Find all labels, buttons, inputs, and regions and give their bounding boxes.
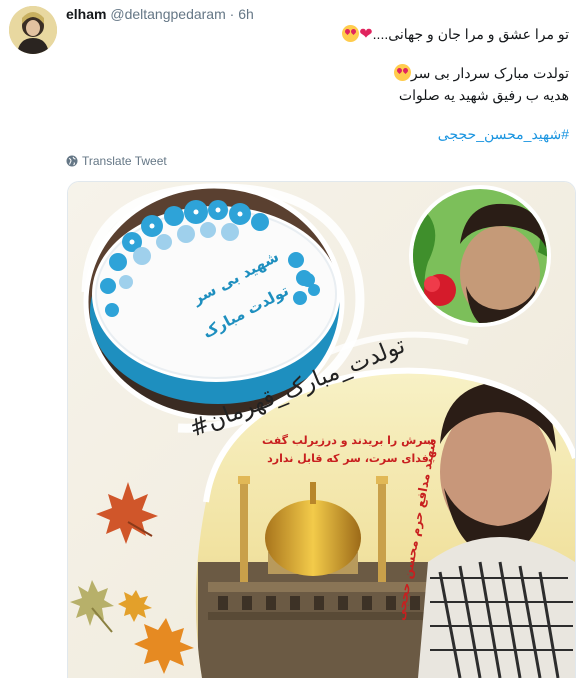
tweet-media-image[interactable]: شهید بی سر تولدت مبارک سرش را بریدند و د… [67,181,576,678]
tweet-line-2: تولدت مبارک سردار بی سر [89,64,569,82]
timestamp[interactable]: 6h [238,6,254,22]
separator: · [229,6,235,22]
hashtag-link[interactable]: #شهید_محسن_حججی [89,125,569,143]
poster-quote-line-2: فدای سرت، سر که قابل ندارد [267,452,429,465]
user-handle[interactable]: @deltangpedaram [110,6,225,22]
tweet-line-1: تو مرا عشق و مرا جان و جهانی....❤ [89,25,569,44]
display-name[interactable]: elham [66,6,106,22]
globe-icon [66,155,78,167]
avatar[interactable] [9,6,57,54]
poster-quote-line-1: سرش را بریدند و درزیرلب گفت [262,434,434,447]
tweet-header: elham @deltangpedaram · 6h [66,6,254,22]
avatar-image [9,6,57,54]
heart-emoji-icon: ❤ [359,26,373,43]
tweet-line-2-text: تولدت مبارک سردار بی سر [410,65,569,81]
birthday-graphic: شهید بی سر تولدت مبارک سرش را بریدند و د… [68,182,575,678]
heart-eyes-emoji-icon [393,64,411,81]
tweet-line-1-text: تو مرا عشق و مرا جان و جهانی.... [372,26,569,42]
translate-label: Translate Tweet [82,154,167,168]
tweet-line-3: هدیه ب رفیق شهید یه صلوات [398,87,569,103]
translate-tweet-link[interactable]: Translate Tweet [66,154,167,168]
heart-eyes-emoji-icon [342,25,360,42]
